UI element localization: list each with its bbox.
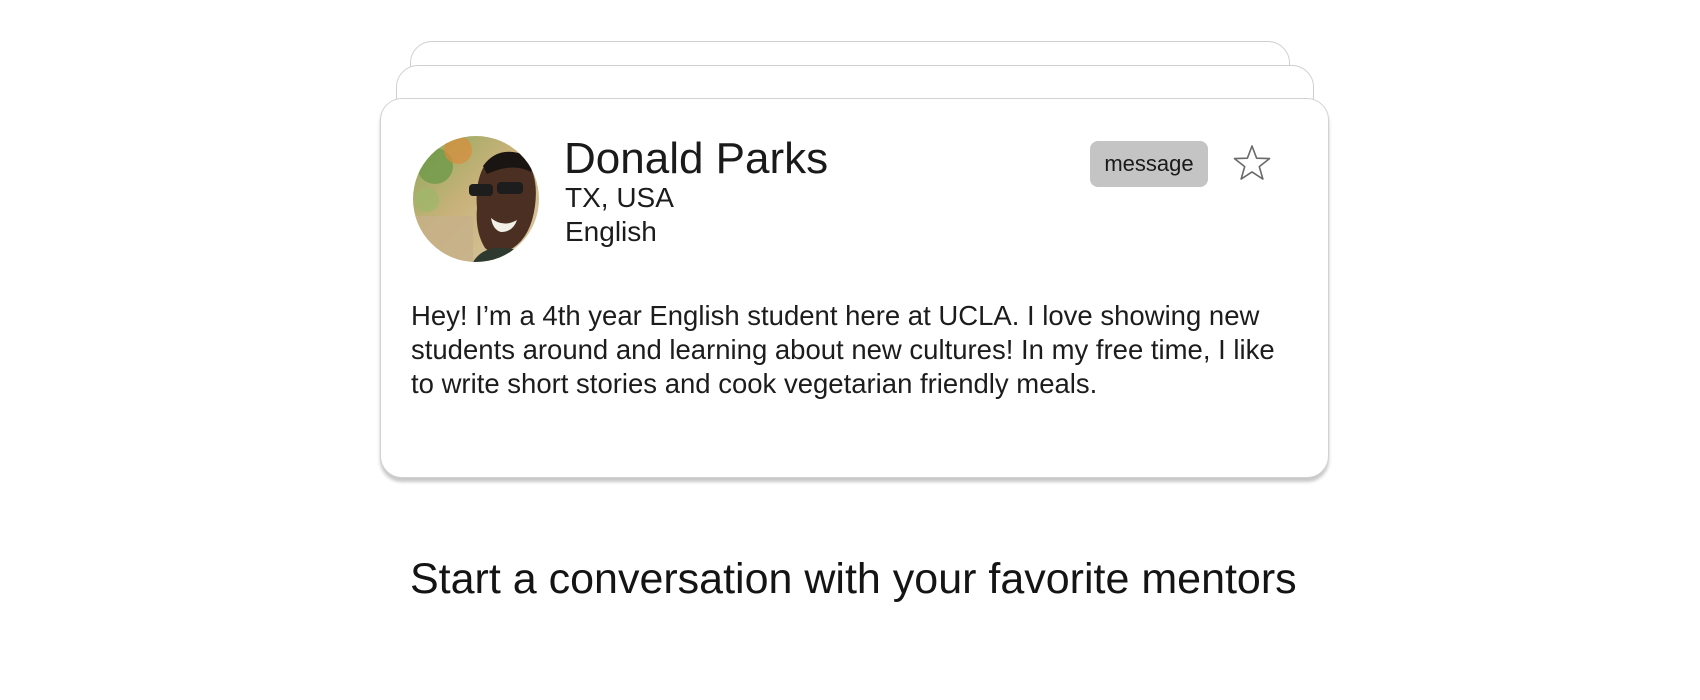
mentor-bio: Hey! I’m a 4th year English student here… <box>411 300 1275 399</box>
avatar <box>413 136 539 262</box>
avatar-photo <box>413 136 539 262</box>
mentor-location: TX, USA <box>565 182 674 213</box>
star-outline-icon[interactable] <box>1232 143 1272 183</box>
cta-heading: Start a conversation with your favorite … <box>410 555 1297 603</box>
mentor-language: English <box>565 216 657 247</box>
mentor-name: Donald Parks <box>564 134 829 183</box>
message-button[interactable]: message <box>1090 141 1208 187</box>
mentor-profile-card: Donald Parks TX, USA English message Hey… <box>380 98 1329 478</box>
